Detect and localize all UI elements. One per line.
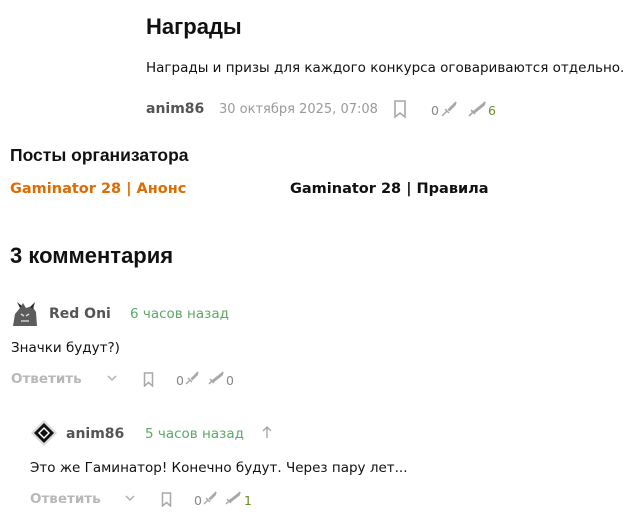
comment-time[interactable]: 6 часов назад	[130, 306, 229, 322]
section-title: Награды	[146, 14, 242, 39]
chevron-down-icon[interactable]	[106, 373, 118, 383]
organizer-post-link-announce[interactable]: Gaminator 28 | Анонс	[10, 181, 186, 197]
comment-like-count: 0	[226, 373, 234, 388]
reply-button[interactable]: Ответить	[30, 491, 101, 507]
bookmark-icon[interactable]	[393, 100, 407, 118]
section-body: Награды и призы для каждого конкурса ого…	[146, 60, 625, 76]
avatar[interactable]	[11, 300, 39, 328]
comment-author[interactable]: anim86	[66, 426, 124, 442]
post-author-link[interactable]: anim86	[146, 101, 204, 117]
comment-text: Это же Гаминатор! Конечно будут. Через п…	[30, 460, 408, 476]
broken-sword-icon[interactable]	[440, 101, 458, 118]
comment-dislike-count: 0	[194, 493, 202, 508]
chevron-down-icon[interactable]	[124, 493, 136, 503]
post-dislike-count: 0	[431, 103, 439, 118]
broken-sword-icon[interactable]	[202, 491, 218, 506]
comment-like-count: 1	[244, 493, 252, 508]
post-like-count: 6	[488, 103, 496, 118]
sword-icon[interactable]	[207, 371, 225, 386]
comment-author[interactable]: Red Oni	[49, 306, 111, 322]
arrow-up-icon[interactable]	[261, 425, 273, 439]
bookmark-icon[interactable]	[143, 372, 154, 387]
comments-heading: 3 комментария	[10, 243, 174, 268]
broken-sword-icon[interactable]	[184, 371, 200, 386]
comment-time[interactable]: 5 часов назад	[145, 426, 244, 442]
organizer-posts-heading: Посты организатора	[10, 145, 189, 165]
bookmark-icon[interactable]	[161, 492, 172, 507]
sword-icon[interactable]	[224, 491, 242, 506]
reply-button[interactable]: Ответить	[11, 371, 82, 387]
organizer-post-link-rules[interactable]: Gaminator 28 | Правила	[290, 181, 489, 197]
comment-text: Значки будут?)	[11, 340, 120, 356]
post-date: 30 октября 2025, 07:08	[219, 102, 378, 117]
comment-dislike-count: 0	[176, 373, 184, 388]
avatar[interactable]	[30, 419, 58, 447]
sword-icon[interactable]	[467, 101, 487, 118]
